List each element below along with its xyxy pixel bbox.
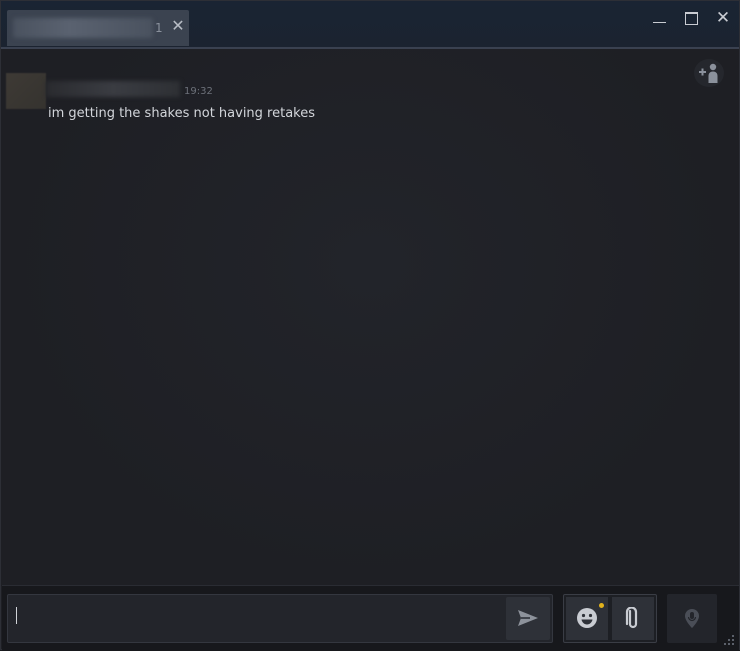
composer-tools (563, 594, 657, 643)
tab-unread-count: 1 (155, 21, 163, 35)
composer-bar (2, 585, 739, 651)
chat-window: 1 ✕ ✕ 19:32 im getting the shakes not ha… (0, 0, 740, 651)
send-icon (518, 610, 538, 626)
avatar[interactable] (6, 73, 46, 109)
minimize-button[interactable] (647, 9, 671, 27)
sender-name-blurred[interactable] (46, 81, 180, 97)
voice-button[interactable] (667, 594, 717, 643)
send-button[interactable] (506, 597, 550, 640)
maximize-button[interactable] (679, 9, 703, 27)
emoji-icon (577, 608, 597, 628)
close-icon: ✕ (715, 8, 731, 28)
chat-history[interactable]: 19:32 im getting the shakes not having r… (2, 49, 739, 585)
paperclip-icon (625, 607, 638, 629)
minimize-icon (652, 22, 666, 23)
message-input[interactable] (7, 594, 553, 643)
tab-friend-name-blurred (13, 18, 153, 38)
attach-button[interactable] (612, 597, 654, 640)
add-friend-icon (699, 63, 718, 83)
message-timestamp: 19:32 (184, 86, 213, 97)
emoji-button[interactable] (566, 597, 608, 640)
chat-tab[interactable]: 1 ✕ (7, 10, 189, 46)
close-window-button[interactable]: ✕ (711, 9, 735, 27)
tab-close-icon[interactable]: ✕ (170, 16, 186, 36)
text-caret (16, 607, 17, 624)
add-friend-button[interactable] (694, 59, 724, 87)
title-bar: 1 ✕ ✕ (1, 1, 739, 49)
message-text: im getting the shakes not having retakes (48, 106, 316, 121)
microphone-icon (685, 609, 699, 628)
notification-dot (599, 603, 604, 608)
maximize-icon (684, 12, 698, 25)
resize-grip-icon[interactable] (722, 633, 736, 647)
